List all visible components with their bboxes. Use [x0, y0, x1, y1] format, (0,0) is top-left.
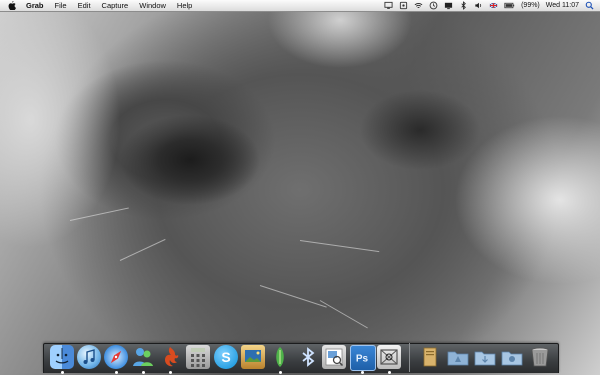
- svg-text:Ps: Ps: [356, 354, 369, 365]
- firefox-icon[interactable]: [158, 345, 182, 369]
- volume-icon[interactable]: [474, 1, 483, 10]
- menu-window[interactable]: Window: [139, 0, 166, 11]
- applications-folder-icon[interactable]: [446, 345, 470, 369]
- documents-stack-icon[interactable]: [418, 345, 442, 369]
- finder-icon[interactable]: [50, 345, 74, 369]
- grab-running-indicator: [388, 371, 391, 374]
- messenger-icon[interactable]: [131, 345, 155, 369]
- safari-running-indicator: [115, 371, 118, 374]
- time-machine-icon[interactable]: [429, 1, 438, 10]
- iphoto-icon[interactable]: [241, 345, 265, 369]
- firefox-running-indicator: [169, 371, 172, 374]
- svg-text:S: S: [221, 349, 230, 365]
- grab-icon[interactable]: [377, 345, 401, 369]
- skype-icon[interactable]: S: [214, 345, 238, 369]
- battery-icon[interactable]: [504, 1, 515, 10]
- menu-bar: Grab File Edit Capture Window Help (99%)…: [0, 0, 600, 12]
- bluetooth-icon[interactable]: [296, 345, 320, 369]
- display-mirror-icon[interactable]: [444, 1, 453, 10]
- menu-edit[interactable]: Edit: [78, 0, 91, 11]
- itunes-icon[interactable]: [77, 345, 101, 369]
- trash-icon[interactable]: [528, 345, 552, 369]
- desktop-wallpaper: [0, 0, 600, 375]
- safari-icon[interactable]: [104, 345, 128, 369]
- downloads-folder-icon[interactable]: [473, 345, 497, 369]
- menu-clock[interactable]: Wed 11:07: [546, 0, 579, 11]
- preview-icon[interactable]: [322, 345, 346, 369]
- disk-icon[interactable]: [399, 1, 408, 10]
- menu-help[interactable]: Help: [177, 0, 192, 11]
- apple-menu-icon[interactable]: [8, 1, 16, 10]
- battery-percentage[interactable]: (99%): [521, 0, 540, 11]
- adium-running-indicator: [279, 371, 282, 374]
- shared-folder-icon[interactable]: [500, 345, 524, 369]
- monitor-icon[interactable]: [384, 1, 393, 10]
- photoshop-icon[interactable]: Ps: [350, 345, 376, 371]
- menu-file[interactable]: File: [55, 0, 67, 11]
- bluetooth-menu-icon[interactable]: [459, 1, 468, 10]
- adium-icon[interactable]: [268, 345, 292, 369]
- wifi-icon[interactable]: [414, 1, 423, 10]
- finder-running-indicator: [61, 371, 64, 374]
- dock-divider: [409, 343, 410, 372]
- flag-icon[interactable]: [489, 1, 498, 10]
- spotlight-search-icon[interactable]: [585, 1, 594, 10]
- photoshop-running-indicator: [361, 371, 364, 374]
- calculator-icon[interactable]: [186, 345, 210, 369]
- messenger-running-indicator: [142, 371, 145, 374]
- menu-app-grab[interactable]: Grab: [26, 0, 44, 11]
- menu-capture[interactable]: Capture: [102, 0, 129, 11]
